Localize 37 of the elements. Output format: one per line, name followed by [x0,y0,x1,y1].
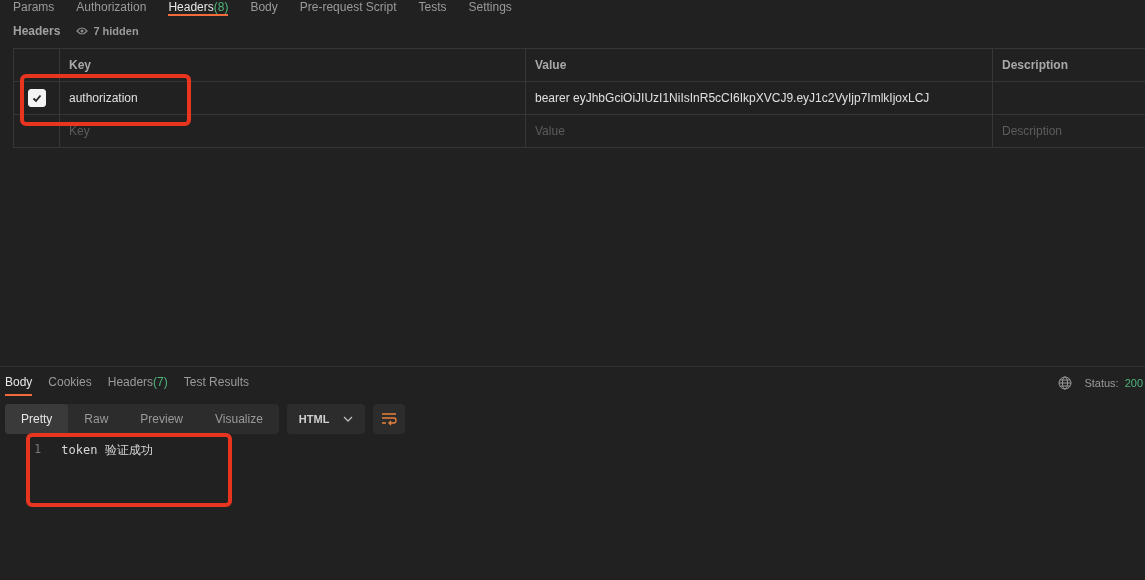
request-tab[interactable]: Authorization [76,0,147,16]
hidden-headers-toggle[interactable]: 7 hidden [76,25,139,37]
wrap-lines-button[interactable] [373,404,406,434]
chevron-down-icon [343,416,354,422]
view-mode-tab[interactable]: Pretty [5,404,69,434]
view-mode-tab[interactable]: Visualize [199,404,279,434]
globe-icon[interactable] [1058,375,1073,390]
table-cell: authorization [69,91,138,105]
status-label: Status: [1084,376,1119,389]
request-tab[interactable]: Tests [418,0,447,16]
input-field[interactable]: Description [1002,124,1136,138]
request-tab[interactable]: Settings [468,0,512,16]
response-tab[interactable]: Test Results [183,375,250,396]
column-header: Description [1002,58,1068,72]
section-title: Headers [13,24,61,38]
response-tab[interactable]: Body [5,375,33,396]
view-mode-tab[interactable]: Raw [68,404,125,434]
input-field[interactable]: Key [69,124,516,138]
request-tab[interactable]: Headers(8) [168,0,229,16]
line-number: 1 [34,442,42,458]
table-cell: bearer eyJhbGciOiJIUzI1NiIsInR5cCI6IkpXVCJ9.eyJ1c2VyIjp7ImlkIjoxLCJ [535,91,930,105]
request-tab[interactable]: Params [13,0,55,16]
format-dropdown[interactable]: HTML [286,404,366,434]
request-tab[interactable]: Pre-request Script [299,0,397,16]
eye-icon [76,27,89,35]
response-tab[interactable]: Cookies [48,375,92,396]
input-field[interactable]: Value [535,124,983,138]
column-header: Key [69,58,91,72]
checkbox[interactable] [27,89,46,107]
wrap-lines-icon [381,412,398,426]
code-line: token 验证成功 [61,442,153,459]
response-tab[interactable]: Headers(7) [107,375,168,396]
request-tab[interactable]: Body [250,0,278,16]
view-mode-tab[interactable]: Preview [124,404,200,434]
status-code: 200 [1124,376,1143,389]
check-icon [30,92,43,104]
column-header: Value [535,58,567,72]
